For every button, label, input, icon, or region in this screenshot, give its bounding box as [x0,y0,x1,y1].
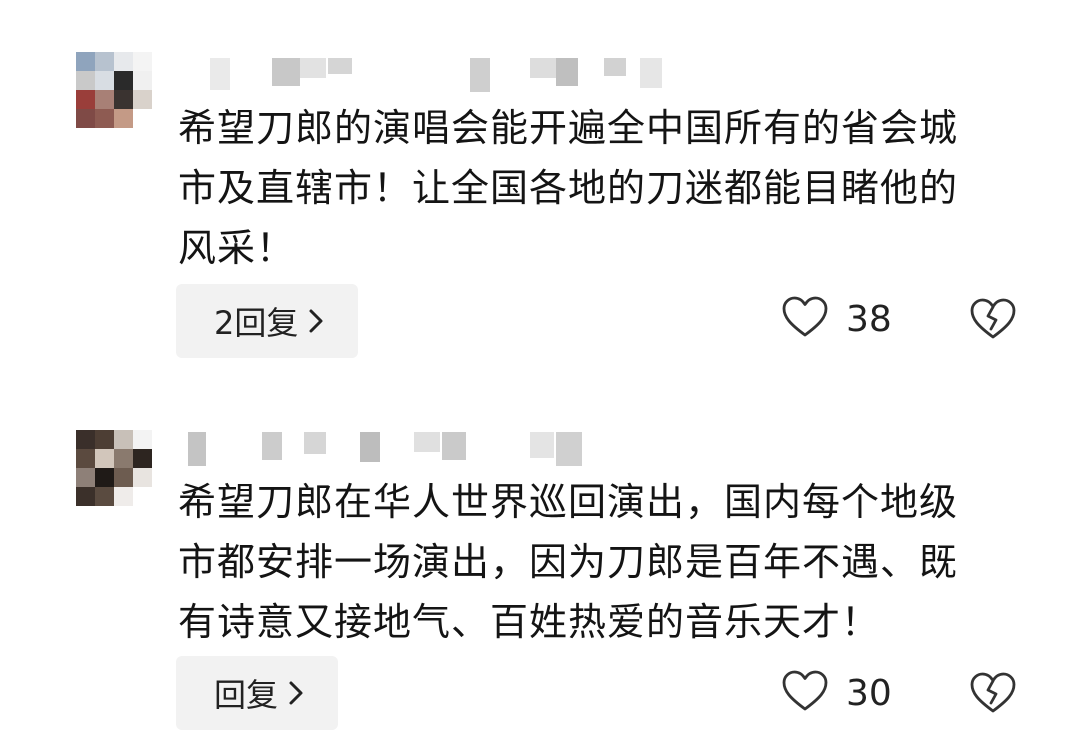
avatar[interactable] [76,52,152,128]
avatar[interactable] [76,430,152,506]
reply-label: 回复 [214,676,279,714]
comment-text: 希望刀郎的演唱会能开遍全中国所有的省会城 市及直辖市！让全国各地的刀迷都能目睹他… [178,106,959,270]
username-blurred [200,58,670,92]
dislike-button[interactable] [970,672,1016,718]
reply-label: 2回复 [214,304,299,342]
broken-heart-icon [970,298,1016,344]
dislike-button[interactable] [970,298,1016,344]
chevron-right-icon [308,308,324,334]
chevron-right-icon [288,680,304,706]
like-count: 38 [846,298,892,340]
broken-heart-icon [970,672,1016,718]
heart-outline-icon [782,296,828,342]
comment-text: 希望刀郎在华人世界巡回演出，国内每个地级 市都安排一场演出，因为刀郎是百年不遇、… [178,480,959,644]
like-button[interactable]: 30 [782,670,892,716]
like-count: 30 [846,672,892,714]
heart-outline-icon [782,670,828,716]
like-button[interactable]: 38 [782,296,892,342]
username-blurred [188,432,670,466]
reply-button[interactable]: 回复 [176,656,339,730]
reply-button[interactable]: 2回复 [176,284,359,358]
